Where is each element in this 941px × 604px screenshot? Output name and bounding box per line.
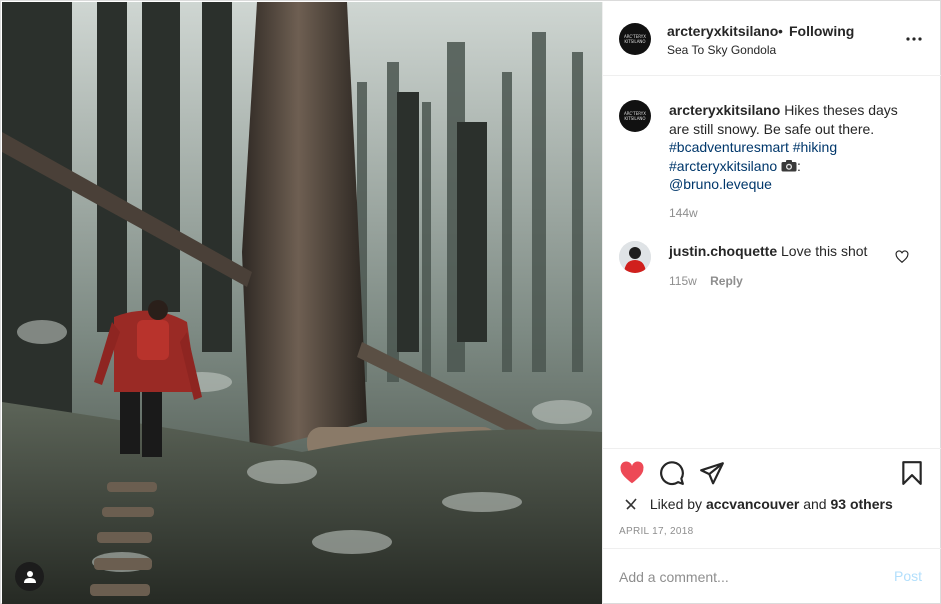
post-side-panel: ARC'TERYX KITSILANO arcteryxkitsilano • …: [602, 2, 941, 604]
more-options-icon[interactable]: [905, 30, 923, 48]
liked-by-username[interactable]: accvancouver: [706, 496, 799, 512]
comment-meta: 115w Reply: [669, 274, 743, 288]
hashtag-link[interactable]: #hiking: [793, 139, 837, 155]
others-likes-link[interactable]: 93 others: [830, 496, 892, 512]
like-heart-icon[interactable]: [619, 460, 645, 486]
commenter-photo: [619, 241, 651, 273]
comment-text: justin.choquette Love this shot: [669, 243, 867, 259]
author-avatar[interactable]: ARC'TERYX KITSILANO: [619, 23, 651, 55]
liked-by-text: Liked by accvancouver and 93 others: [623, 496, 893, 512]
person-icon: [23, 570, 36, 583]
commenter-avatar[interactable]: [619, 241, 651, 273]
save-bookmark-icon[interactable]: [899, 460, 925, 486]
mention-link[interactable]: @bruno.leveque: [669, 176, 772, 192]
post-modal: ARC'TERYX KITSILANO arcteryxkitsilano • …: [0, 0, 941, 604]
caption-colon: :: [797, 157, 801, 174]
avatar-logo-text: ARC'TERYX KITSILANO: [624, 34, 646, 44]
liked-by-and: and: [803, 496, 827, 512]
camera-icon: [781, 159, 797, 171]
comment-timestamp[interactable]: 115w: [669, 274, 697, 288]
hashtag-link[interactable]: #bcadventuresmart: [669, 139, 789, 155]
caption-timestamp[interactable]: 144w: [669, 206, 698, 220]
post-header: ARC'TERYX KITSILANO arcteryxkitsilano • …: [603, 2, 941, 76]
share-paper-plane-icon[interactable]: [699, 460, 725, 486]
post-location[interactable]: Sea To Sky Gondola: [667, 43, 776, 57]
caption-avatar[interactable]: ARC'TERYX KITSILANO: [619, 100, 651, 132]
following-button[interactable]: Following: [789, 23, 854, 39]
add-comment-bar: Post: [603, 548, 941, 604]
tagged-users-button[interactable]: [15, 562, 44, 591]
separator-dot: •: [778, 23, 783, 39]
liked-by-prefix: Liked by: [649, 496, 703, 512]
post-comment-button[interactable]: Post: [894, 568, 922, 584]
reply-button[interactable]: Reply: [710, 274, 743, 288]
caption-username[interactable]: arcteryxkitsilano: [669, 102, 780, 118]
forest-photo-image: [2, 2, 602, 604]
post-caption: arcteryxkitsilano Hikes theses days are …: [669, 101, 899, 194]
author-username[interactable]: arcteryxkitsilano: [667, 23, 778, 39]
hashtag-link[interactable]: #arcteryxkitsilano: [669, 158, 777, 174]
liker-avatar-icon[interactable]: [623, 496, 639, 512]
comment-item: justin.choquette Love this shot 115w Rep…: [603, 241, 941, 301]
post-actions: Liked by accvancouver and 93 others APRI…: [603, 448, 941, 548]
comment-body: Love this shot: [781, 243, 868, 259]
comment-input[interactable]: [619, 566, 879, 588]
comment-like-heart-icon[interactable]: [895, 250, 909, 264]
avatar-logo-text: ARC'TERYX KITSILANO: [624, 111, 646, 121]
comment-bubble-icon[interactable]: [659, 460, 685, 486]
post-date[interactable]: APRIL 17, 2018: [619, 526, 693, 537]
post-photo[interactable]: [2, 2, 602, 604]
commenter-username[interactable]: justin.choquette: [669, 243, 777, 259]
